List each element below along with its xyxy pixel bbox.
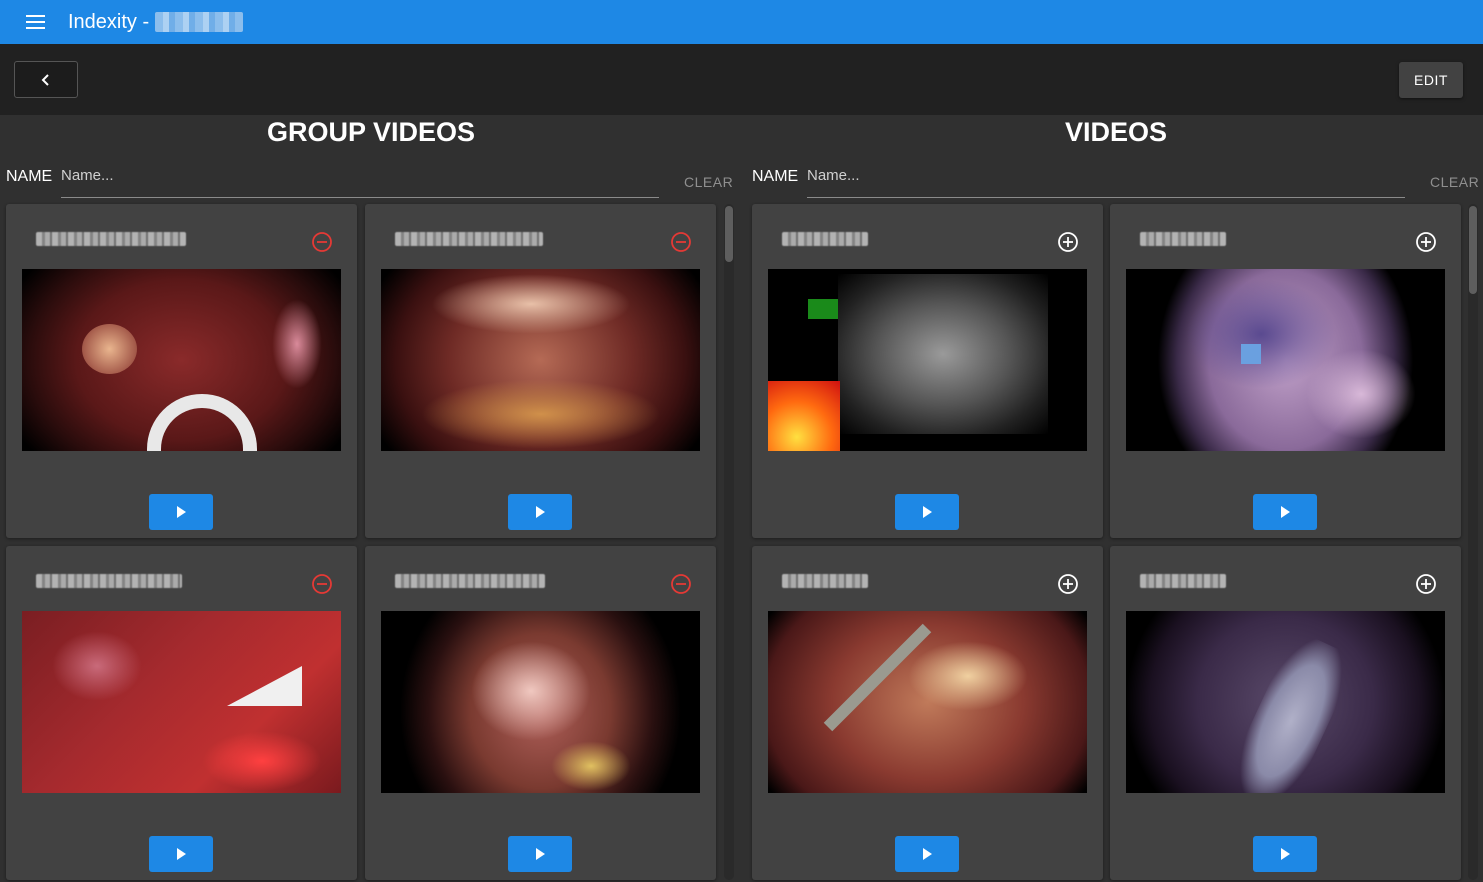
videos-search-label: NAME xyxy=(752,168,799,185)
video-thumbnail xyxy=(381,269,700,451)
play-icon xyxy=(1281,848,1290,860)
videos-search: NAME CLEAR xyxy=(752,158,1479,200)
video-filename xyxy=(395,574,545,588)
play-button[interactable] xyxy=(895,836,959,872)
play-button[interactable] xyxy=(149,494,213,530)
minus-circle-icon[interactable] xyxy=(670,573,692,595)
group-video-card xyxy=(365,546,716,880)
group-videos-search: NAME CLEAR xyxy=(6,158,733,200)
scrollbar-thumb[interactable] xyxy=(1469,206,1477,294)
videos-clear-button[interactable]: CLEAR xyxy=(1430,174,1479,190)
group-videos-scrollbar[interactable] xyxy=(724,204,734,880)
plus-circle-icon[interactable] xyxy=(1057,573,1079,595)
play-button[interactable] xyxy=(149,836,213,872)
minus-circle-icon[interactable] xyxy=(311,573,333,595)
play-icon xyxy=(536,506,545,518)
app-bar: Indexity - xyxy=(0,0,1483,44)
video-card xyxy=(752,204,1103,538)
scrollbar-thumb[interactable] xyxy=(725,206,733,262)
play-icon xyxy=(923,848,932,860)
group-video-card xyxy=(6,546,357,880)
video-thumbnail xyxy=(768,611,1087,793)
group-video-card xyxy=(365,204,716,538)
minus-circle-icon[interactable] xyxy=(670,231,692,253)
group-clear-button[interactable]: CLEAR xyxy=(684,174,733,190)
play-icon xyxy=(923,506,932,518)
video-filename xyxy=(36,232,186,246)
video-filename xyxy=(782,232,868,246)
play-button[interactable] xyxy=(1253,494,1317,530)
videos-title: VIDEOS xyxy=(1064,117,1168,147)
video-thumbnail xyxy=(22,611,341,793)
videos-search-input[interactable] xyxy=(807,162,1405,198)
video-thumbnail xyxy=(1126,611,1445,793)
video-thumbnail xyxy=(768,269,1087,451)
video-filename xyxy=(1140,574,1226,588)
video-filename xyxy=(395,232,543,246)
play-icon xyxy=(1281,506,1290,518)
play-button[interactable] xyxy=(1253,836,1317,872)
video-thumbnail xyxy=(22,269,341,451)
play-button[interactable] xyxy=(508,836,572,872)
play-button[interactable] xyxy=(895,494,959,530)
video-thumbnail xyxy=(1126,269,1445,451)
edit-button[interactable]: EDIT xyxy=(1399,62,1463,98)
group-search-label: NAME xyxy=(6,168,53,185)
play-icon xyxy=(536,848,545,860)
video-filename xyxy=(782,574,868,588)
video-card xyxy=(752,546,1103,880)
play-icon xyxy=(177,506,186,518)
group-videos-title: GROUP VIDEOS xyxy=(266,117,476,147)
plus-circle-icon[interactable] xyxy=(1057,231,1079,253)
chevron-left-icon xyxy=(41,73,49,86)
menu-icon[interactable] xyxy=(18,5,52,39)
plus-circle-icon[interactable] xyxy=(1415,573,1437,595)
group-search-input[interactable] xyxy=(61,162,659,198)
video-filename xyxy=(36,574,182,588)
videos-scrollbar[interactable] xyxy=(1468,204,1478,880)
play-icon xyxy=(177,848,186,860)
blurred-project-name xyxy=(155,12,244,32)
video-card xyxy=(1110,546,1461,880)
group-video-card xyxy=(6,204,357,538)
play-button[interactable] xyxy=(508,494,572,530)
video-thumbnail xyxy=(381,611,700,793)
minus-circle-icon[interactable] xyxy=(311,231,333,253)
video-filename xyxy=(1140,232,1226,246)
toolbar: EDIT xyxy=(0,44,1483,115)
video-card xyxy=(1110,204,1461,538)
back-button[interactable] xyxy=(14,61,78,98)
app-title-text: Indexity - xyxy=(68,10,150,33)
app-title: Indexity - xyxy=(68,10,244,34)
plus-circle-icon[interactable] xyxy=(1415,231,1437,253)
